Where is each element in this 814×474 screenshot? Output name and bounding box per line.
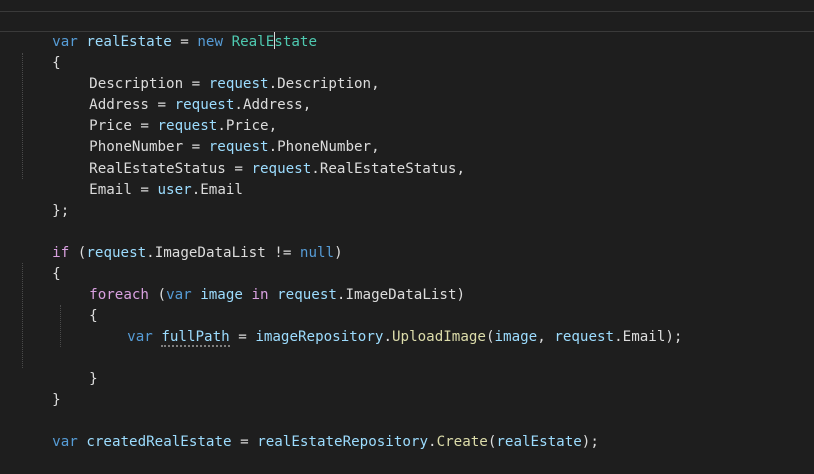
unused-variable[interactable]: fullPath (161, 329, 230, 347)
keyword-var: var (127, 329, 153, 345)
keyword-var: var (166, 287, 192, 303)
object-ref: user (157, 182, 192, 198)
type-name-part: state (274, 34, 317, 50)
object-ref: request (86, 245, 147, 261)
member-name: RealEstateStatus (319, 161, 457, 177)
dot: . (383, 329, 392, 345)
code-line-9[interactable]: }; (18, 180, 69, 219)
code-line-18[interactable]: } (18, 369, 61, 408)
dot: . (428, 434, 437, 450)
code-line-8[interactable]: Email = user.Email (55, 159, 243, 198)
close-paren: ) (456, 287, 466, 303)
close-paren: ) (334, 245, 343, 261)
loop-variable: image (191, 287, 252, 303)
object-ref: realEstateRepository (257, 434, 429, 450)
comma: , (302, 97, 312, 113)
dot: . (614, 329, 623, 345)
object-ref: request (251, 161, 312, 177)
method-name: Create (436, 434, 488, 450)
code-line-11[interactable]: if (request.ImageDataList != null) (18, 222, 342, 261)
assign-operator: = (229, 329, 256, 345)
object-ref: request (554, 329, 615, 345)
keyword-foreach: foreach (89, 287, 149, 303)
dot: . (311, 161, 320, 177)
argument: image (494, 329, 538, 345)
code-line-1[interactable]: var realEstate = new RealEstate (18, 11, 317, 50)
open-paren: ( (69, 245, 87, 261)
code-line-20[interactable]: var createdRealEstate = realEstateReposi… (18, 411, 599, 450)
code-line-5[interactable]: Price = request.Price, (55, 95, 277, 134)
code-line-17[interactable]: } (55, 348, 98, 387)
property-name: Email (89, 182, 132, 198)
close-brace: } (89, 371, 98, 387)
code-line-4[interactable]: Address = request.Address, (55, 74, 311, 113)
open-paren: ( (485, 329, 495, 345)
comma: , (456, 161, 466, 177)
open-paren: ( (148, 287, 167, 303)
close-brace: }; (52, 203, 70, 219)
keyword-var: var (52, 434, 78, 450)
code-line-7[interactable]: RealEstateStatus = request.RealEstateSta… (55, 138, 465, 177)
code-line-3[interactable]: Description = request.Description, (55, 53, 379, 92)
argument: realEstate (496, 434, 582, 450)
object-ref: request (277, 287, 337, 303)
keyword-in: in (251, 287, 269, 303)
assign-operator: = (171, 34, 198, 50)
keyword-new: new (197, 34, 224, 50)
code-line-14[interactable]: { (55, 285, 98, 324)
member-name: Email (200, 182, 243, 198)
member-name: ImageDataList (345, 287, 457, 303)
code-line-12[interactable]: { (18, 243, 61, 282)
comma: , (537, 329, 555, 345)
code-line-2[interactable]: { (18, 32, 61, 71)
type-name-part: RealE (231, 34, 275, 50)
code-line-6[interactable]: PhoneNumber = request.PhoneNumber, (55, 116, 379, 155)
dot: . (146, 245, 155, 261)
method-name: UploadImage (391, 329, 486, 345)
not-equal-operator: != (265, 245, 300, 261)
code-line-13[interactable]: foreach (var image in request.ImageDataL… (55, 264, 465, 303)
code-line-15[interactable]: var fullPath = imageRepository.UploadIma… (93, 306, 682, 347)
member-name: Email (622, 329, 666, 345)
variable-created-real-estate: createdRealEstate (86, 434, 232, 450)
dot: . (191, 182, 201, 198)
assign-operator: = (231, 434, 258, 450)
object-ref: imageRepository (255, 329, 384, 345)
assign-operator: = (131, 182, 158, 198)
keyword-null: null (299, 245, 335, 261)
close-paren: ); (581, 434, 599, 450)
member-name: ImageDataList (154, 245, 266, 261)
comma: , (371, 76, 380, 92)
close-paren: ); (665, 329, 683, 345)
code-editor[interactable]: var realEstate = new RealEstate { Descri… (0, 0, 814, 450)
variable-real-estate: realEstate (86, 34, 172, 50)
close-brace: } (52, 392, 61, 408)
